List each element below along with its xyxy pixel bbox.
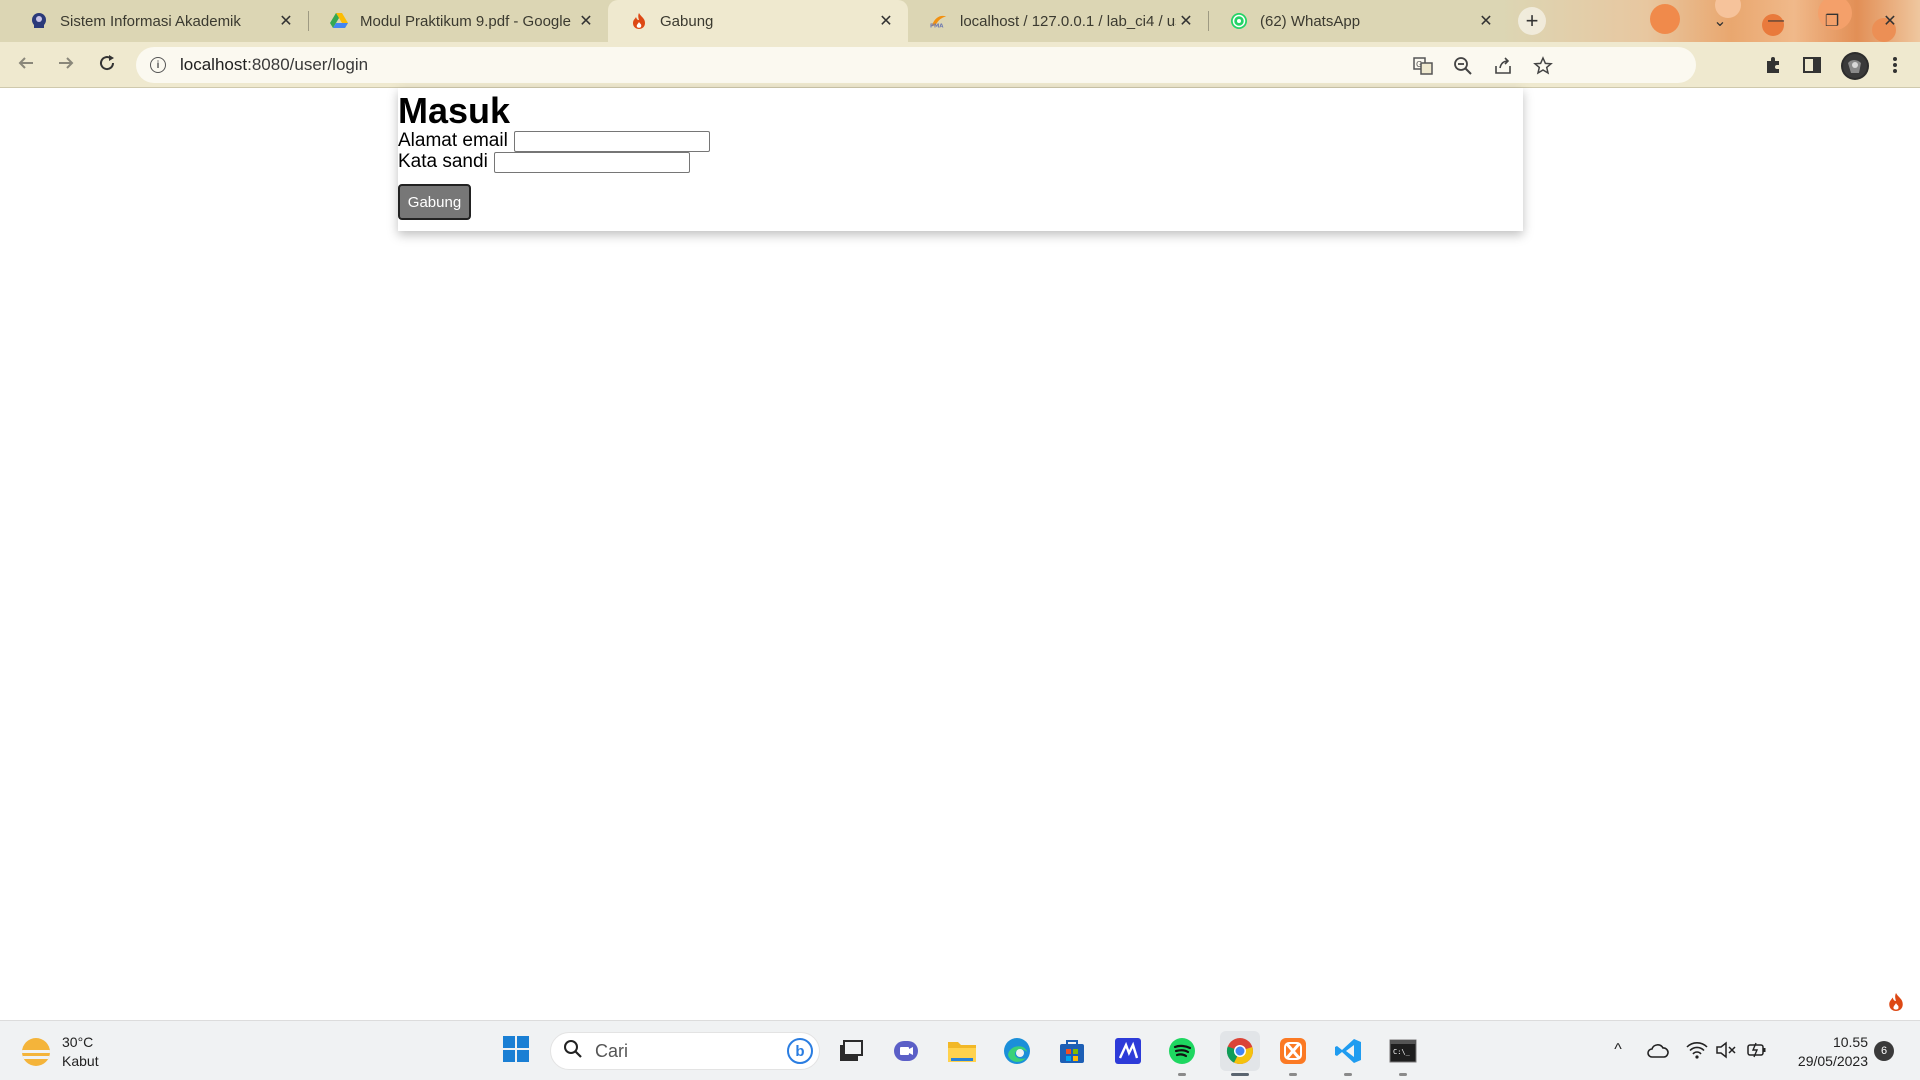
svg-text:C:\_: C:\_ [1393, 1048, 1411, 1056]
browser-toolbar: i localhost:8080/user/login G [0, 42, 1920, 88]
close-window-button[interactable]: ✕ [1862, 0, 1918, 42]
weather-widget[interactable]: 30°C Kabut [22, 1033, 99, 1071]
tab-title: Sistem Informasi Akademik [60, 12, 241, 30]
svg-text:G: G [1416, 60, 1422, 69]
address-url: localhost:8080/user/login [180, 55, 369, 74]
side-panel-icon[interactable] [1801, 54, 1823, 76]
arrow-left-icon [17, 54, 35, 77]
taskbar-search[interactable]: Cari b [550, 1032, 820, 1070]
phpmyadmin-icon: PMA [930, 12, 948, 30]
zoom-out-icon[interactable] [1452, 55, 1474, 77]
email-row: Alamat email [398, 130, 710, 152]
password-label: Kata sandi [398, 151, 488, 172]
running-indicator [1344, 1073, 1352, 1076]
hazy-sun-icon [22, 1038, 50, 1066]
wifi-icon[interactable] [1686, 1039, 1708, 1061]
onedrive-cloud-icon[interactable] [1647, 1039, 1669, 1061]
bookmark-star-icon[interactable] [1532, 55, 1554, 77]
show-hidden-icons-button[interactable]: ^ [1607, 1039, 1629, 1061]
start-button[interactable] [500, 1035, 532, 1067]
tab-gabung[interactable]: Gabung ✕ [608, 0, 908, 42]
reload-button[interactable] [91, 49, 123, 81]
xampp-icon[interactable] [1277, 1035, 1309, 1067]
close-tab-icon[interactable]: ✕ [1176, 11, 1196, 31]
taskbar-clock[interactable]: 10.55 29/05/2023 [1776, 1033, 1868, 1071]
svg-text:PMA: PMA [930, 23, 944, 28]
edge-icon[interactable] [1001, 1035, 1033, 1067]
university-icon [30, 12, 48, 30]
chrome-menu-icon[interactable] [1884, 54, 1906, 76]
submit-button[interactable]: Gabung [398, 184, 471, 220]
file-explorer-icon[interactable] [946, 1035, 978, 1067]
google-drive-icon [330, 12, 348, 30]
new-tab-button[interactable]: + [1518, 7, 1546, 35]
search-placeholder: Cari [595, 1040, 629, 1061]
weather-temperature: 30°C [62, 1034, 94, 1050]
maximize-button[interactable]: ❐ [1804, 0, 1860, 42]
terminal-icon[interactable]: C:\_ [1387, 1035, 1419, 1067]
password-field[interactable] [493, 151, 690, 173]
tab-title: Modul Praktikum 9.pdf - Google [360, 12, 571, 30]
notification-badge[interactable]: 6 [1874, 1041, 1894, 1061]
teams-chat-icon[interactable] [890, 1035, 922, 1067]
login-card: Masuk Alamat email Kata sandi Gabung [398, 88, 1523, 231]
windows-logo-icon [502, 1035, 530, 1068]
active-indicator [1231, 1073, 1249, 1076]
codeigniter-debug-toolbar-icon[interactable] [1882, 988, 1910, 1016]
extensions-icon[interactable] [1762, 54, 1784, 76]
site-info-icon[interactable]: i [150, 57, 166, 73]
close-tab-icon[interactable]: ✕ [276, 11, 296, 31]
back-button[interactable] [10, 49, 42, 81]
email-label: Alamat email [398, 130, 508, 151]
running-indicator [1178, 1073, 1186, 1076]
running-indicator [1289, 1073, 1297, 1076]
clock-time: 10.55 [1832, 1034, 1868, 1050]
share-icon[interactable] [1492, 55, 1514, 77]
reload-icon [98, 54, 116, 77]
page-title: Masuk [398, 90, 511, 131]
clock-date: 29/05/2023 [1797, 1053, 1868, 1069]
tab-title: Gabung [660, 12, 714, 30]
tab-title: (62) WhatsApp [1260, 12, 1361, 30]
tab-phpmyadmin[interactable]: PMA localhost / 127.0.0.1 / lab_ci4 / us… [908, 0, 1208, 42]
volume-muted-icon[interactable] [1715, 1039, 1737, 1061]
browser-tab-strip: Sistem Informasi Akademik ✕ Modul Prakti… [0, 0, 1920, 42]
forward-button[interactable] [50, 49, 82, 81]
arrow-right-icon [57, 54, 75, 77]
translate-icon[interactable]: G [1412, 55, 1434, 77]
running-indicator [1399, 1073, 1407, 1076]
tab-title: localhost / 127.0.0.1 / lab_ci4 / us [960, 12, 1176, 30]
task-view-icon[interactable] [834, 1035, 866, 1067]
tab-modul-praktikum[interactable]: Modul Praktikum 9.pdf - Google ✕ [308, 0, 608, 42]
password-row: Kata sandi [398, 151, 690, 173]
vscode-icon[interactable] [1332, 1035, 1364, 1067]
microsoft-store-icon[interactable] [1056, 1035, 1088, 1067]
windows-taskbar: 30°C Kabut Cari b C:\_ ^ 10.55 29/05/202… [0, 1020, 1920, 1080]
whatsapp-icon [1230, 12, 1248, 30]
codeigniter-flame-icon [630, 12, 648, 30]
tab-search-button[interactable]: ⌄ [1692, 0, 1748, 42]
tab-whatsapp[interactable]: (62) WhatsApp ✕ [1208, 0, 1508, 42]
minimize-button[interactable]: — [1748, 0, 1804, 42]
battery-charging-icon[interactable] [1746, 1039, 1768, 1061]
profile-avatar[interactable] [1841, 52, 1869, 80]
search-icon [563, 1039, 583, 1064]
bing-icon[interactable]: b [787, 1038, 813, 1064]
spotify-icon[interactable] [1166, 1035, 1198, 1067]
email-field[interactable] [513, 130, 710, 152]
chrome-icon[interactable] [1220, 1031, 1260, 1071]
weather-condition: Kabut [62, 1053, 99, 1069]
address-bar[interactable]: i localhost:8080/user/login G [136, 47, 1696, 83]
close-tab-icon[interactable]: ✕ [1476, 11, 1496, 31]
vscode-insiders-app-icon[interactable] [1112, 1035, 1144, 1067]
tab-sistem-informasi-akademik[interactable]: Sistem Informasi Akademik ✕ [8, 0, 308, 42]
close-tab-icon[interactable]: ✕ [576, 11, 596, 31]
close-tab-icon[interactable]: ✕ [876, 11, 896, 31]
